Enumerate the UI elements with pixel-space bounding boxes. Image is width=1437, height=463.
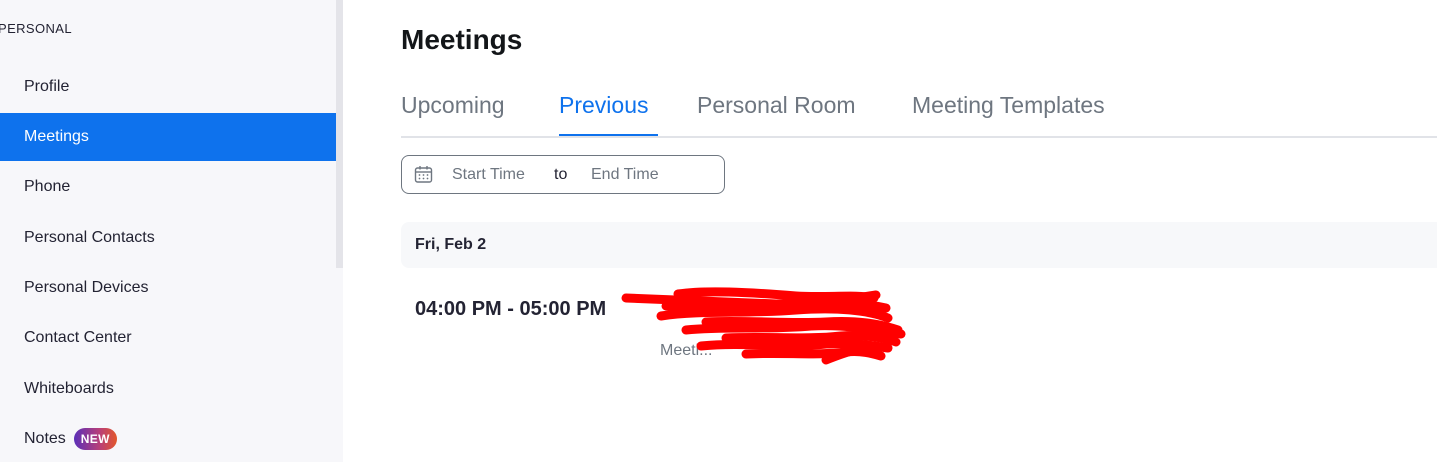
date-group-header: Fri, Feb 2 (401, 222, 1437, 268)
main-content: Meetings Upcoming Previous Personal Room… (343, 0, 1437, 462)
calendar-icon (414, 166, 433, 183)
sidebar-item-label: Contact Center (24, 329, 132, 346)
sidebar-item-label: Personal Devices (24, 279, 149, 296)
sidebar-scroll-track (336, 268, 343, 462)
date-range-picker[interactable]: to (401, 155, 725, 194)
sidebar-item-profile[interactable]: Profile (0, 63, 336, 111)
sidebar-item-contact-center[interactable]: Contact Center (0, 314, 336, 362)
page-title: Meetings (401, 24, 523, 55)
tab-previous[interactable]: Previous (559, 92, 648, 119)
sidebar-item-meetings[interactable]: Meetings (0, 113, 336, 161)
sidebar-item-label: Whiteboards (24, 380, 114, 397)
section-heading-personal: PERSONAL (0, 21, 73, 36)
sidebar-item-label: Notes (24, 430, 66, 447)
sidebar: PERSONAL Profile Meetings Phone Personal… (0, 0, 336, 462)
date-group-label: Fri, Feb 2 (415, 236, 487, 253)
tab-personal-room[interactable]: Personal Room (697, 92, 856, 119)
sidebar-item-phone[interactable]: Phone (0, 163, 336, 211)
meeting-list-item[interactable]: 04:00 PM - 05:00 PM ...nu Meeti... (401, 278, 1437, 378)
start-time-input[interactable] (452, 163, 548, 187)
redaction-scribble (621, 287, 906, 365)
tab-meeting-templates[interactable]: Meeting Templates (912, 92, 1105, 119)
new-badge: NEW (73, 428, 117, 450)
date-range-separator: to (554, 166, 568, 183)
sidebar-item-whiteboards[interactable]: Whiteboards (0, 365, 336, 413)
end-time-input[interactable] (591, 163, 711, 187)
meeting-tabs: Upcoming Previous Personal Room Meeting … (401, 84, 1437, 138)
sidebar-item-personal-contacts[interactable]: Personal Contacts (0, 214, 336, 262)
sidebar-item-label: Phone (24, 178, 71, 195)
active-tab-indicator (559, 134, 658, 136)
sidebar-item-personal-devices[interactable]: Personal Devices (0, 264, 336, 312)
tab-upcoming[interactable]: Upcoming (401, 92, 505, 119)
sidebar-item-label: Profile (24, 78, 70, 95)
sidebar-item-notes[interactable]: Notes NEW (0, 415, 336, 463)
meeting-time: 04:00 PM - 05:00 PM (415, 298, 607, 320)
sidebar-scrollbar[interactable] (336, 0, 343, 268)
sidebar-item-label: Meetings (24, 128, 89, 145)
sidebar-item-label: Personal Contacts (24, 229, 155, 246)
